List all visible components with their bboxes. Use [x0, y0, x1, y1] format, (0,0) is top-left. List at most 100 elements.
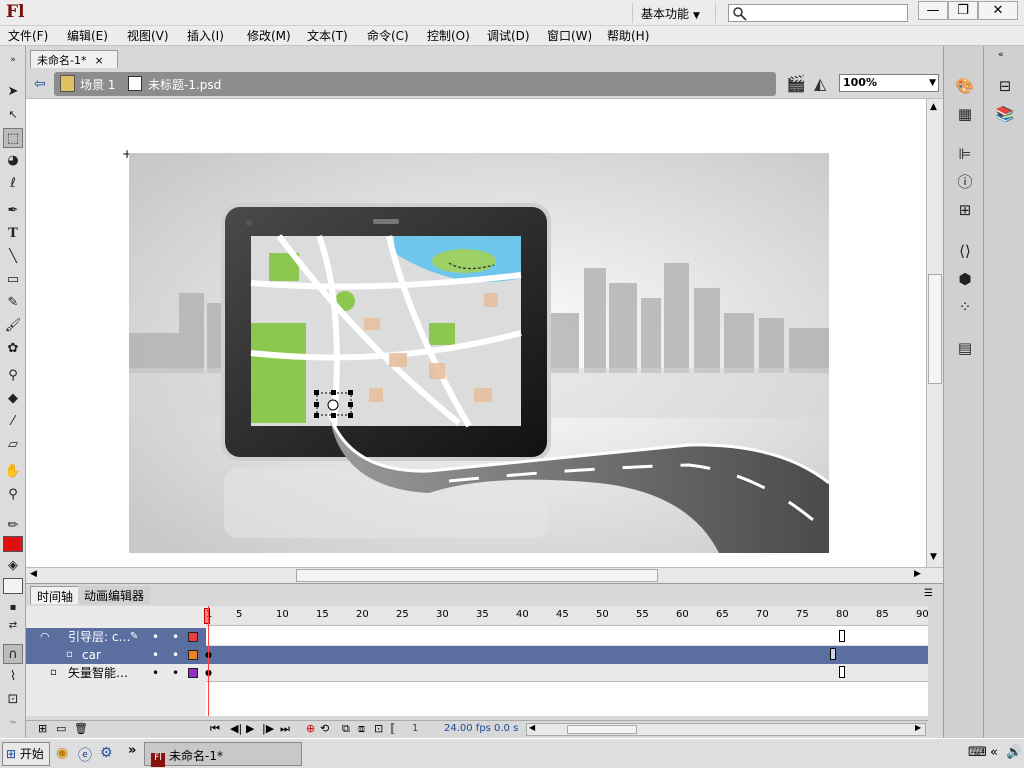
- frame-rate[interactable]: 24.00 fps: [444, 723, 491, 734]
- stage-area[interactable]: +: [26, 99, 926, 567]
- breadcrumb-symbol[interactable]: 未标题-1.psd: [148, 76, 221, 93]
- rectangle-tool-icon[interactable]: ▭: [3, 270, 23, 290]
- tab-timeline[interactable]: 时间轴: [30, 586, 81, 604]
- last-frame-icon[interactable]: ⏭: [280, 722, 290, 736]
- scroll-thumb[interactable]: [567, 725, 637, 734]
- color-panel-icon[interactable]: 🎨: [954, 76, 976, 96]
- panel-expand-icon[interactable]: «: [998, 50, 1004, 60]
- layer-row-vector[interactable]: ▫ 矢量智能… • •: [26, 664, 206, 682]
- previous-frame-icon[interactable]: ◀|: [230, 722, 242, 735]
- vertical-scrollbar[interactable]: ▲ ▼: [926, 99, 943, 567]
- menu-text[interactable]: 文本(T): [307, 27, 348, 44]
- scroll-right-icon[interactable]: ▶: [914, 569, 921, 579]
- loop-icon[interactable]: ⟲: [320, 722, 329, 735]
- info-panel-icon[interactable]: ⓘ: [954, 172, 976, 192]
- menu-window[interactable]: 窗口(W): [547, 27, 592, 44]
- straighten-icon[interactable]: ⊡: [3, 690, 23, 710]
- new-layer-icon[interactable]: ⊞: [38, 722, 47, 735]
- free-transform-tool-icon[interactable]: ⬚: [3, 128, 23, 148]
- app-quicklaunch-icon[interactable]: ⚙: [100, 745, 113, 761]
- scroll-down-icon[interactable]: ▼: [930, 552, 937, 562]
- hand-tool-icon[interactable]: ✋: [3, 462, 23, 482]
- swap-colors-icon[interactable]: ⇄: [3, 616, 23, 636]
- frame-row-car[interactable]: ●: [205, 646, 928, 664]
- stroke-color-icon[interactable]: ✏: [3, 516, 23, 536]
- pen-tool-icon[interactable]: ✒: [3, 201, 23, 221]
- menu-insert[interactable]: 插入(I): [187, 27, 224, 44]
- menu-view[interactable]: 视图(V): [127, 27, 169, 44]
- eraser-tool-icon[interactable]: ▱: [3, 435, 23, 455]
- edit-multiple-frames-icon[interactable]: ⊡: [374, 722, 383, 735]
- scroll-left-icon[interactable]: ◀: [30, 569, 37, 579]
- next-frame-icon[interactable]: |▶: [262, 722, 274, 735]
- align-panel-icon[interactable]: ⊫: [954, 144, 976, 164]
- keyboard-tray-icon[interactable]: ⌨: [968, 745, 987, 760]
- timeline-horizontal-scrollbar[interactable]: ◀ ▶: [526, 723, 926, 736]
- tray-expand-icon[interactable]: «: [990, 745, 998, 760]
- menu-control[interactable]: 控制(O): [427, 27, 470, 44]
- onion-outline-icon[interactable]: ⧈: [358, 722, 365, 736]
- frame-row-vector[interactable]: ●: [205, 664, 928, 682]
- smooth-icon[interactable]: ⌇: [3, 667, 23, 687]
- lasso-tool-icon[interactable]: ℓ: [3, 174, 23, 194]
- menu-modify[interactable]: 修改(M): [247, 27, 291, 44]
- deco-tool-icon[interactable]: ✿: [3, 339, 23, 359]
- snap-to-objects-icon[interactable]: ∩: [3, 644, 23, 664]
- edit-symbols-icon[interactable]: ◭: [814, 74, 826, 93]
- project-panel-icon[interactable]: ▤: [954, 338, 976, 358]
- menu-file[interactable]: 文件(F): [8, 27, 48, 44]
- tab-motion-editor[interactable]: 动画编辑器: [78, 586, 151, 604]
- scroll-left-icon[interactable]: ◀: [529, 723, 535, 732]
- modify-markers-icon[interactable]: ⟦: [390, 722, 395, 735]
- current-frame[interactable]: 1: [412, 723, 418, 734]
- start-button[interactable]: ⊞ 开始: [2, 742, 50, 766]
- bone-tool-icon[interactable]: ⚲: [3, 366, 23, 386]
- document-tab[interactable]: 未命名-1* ×: [30, 50, 118, 68]
- subselection-tool-icon[interactable]: ↖: [3, 105, 23, 125]
- onion-skin-icon[interactable]: ⧉: [342, 722, 350, 736]
- panel-collapse-icon[interactable]: »: [3, 50, 23, 70]
- 3d-rotation-tool-icon[interactable]: ◕: [3, 151, 23, 171]
- line-tool-icon[interactable]: ╲: [3, 247, 23, 267]
- library-panel-icon[interactable]: 📚: [994, 104, 1016, 124]
- speaker-tray-icon[interactable]: 🔊: [1006, 745, 1022, 760]
- panel-menu-icon[interactable]: ☰: [924, 588, 933, 599]
- delete-layer-icon[interactable]: 🗑: [74, 722, 88, 735]
- frame-row-guide[interactable]: [206, 628, 928, 646]
- workspace-switcher[interactable]: 基本功能 ▼: [632, 3, 716, 23]
- browser-quicklaunch-icon[interactable]: ◉: [56, 745, 68, 761]
- menu-help[interactable]: 帮助(H): [607, 27, 649, 44]
- selection-tool-icon[interactable]: ➤: [3, 82, 23, 102]
- motion-presets-icon[interactable]: ⁘: [954, 297, 976, 317]
- scroll-right-icon[interactable]: ▶: [915, 723, 921, 732]
- fill-color-swatch[interactable]: [3, 578, 23, 594]
- zoom-tool-icon[interactable]: ⚲: [3, 485, 23, 505]
- horizontal-scroll-thumb[interactable]: [296, 569, 658, 582]
- transform-panel-icon[interactable]: ⊞: [954, 200, 976, 220]
- properties-panel-icon[interactable]: ⊟: [994, 76, 1016, 96]
- center-frame-icon[interactable]: ⊕: [306, 722, 315, 735]
- vertical-scroll-thumb[interactable]: [928, 274, 942, 384]
- paint-bucket-tool-icon[interactable]: ◆: [3, 389, 23, 409]
- close-button[interactable]: ✕: [978, 1, 1018, 20]
- first-frame-icon[interactable]: ⏮: [210, 722, 220, 736]
- horizontal-scrollbar[interactable]: ◀ ▶: [26, 567, 943, 583]
- text-tool-icon[interactable]: T: [3, 224, 23, 244]
- edit-scene-icon[interactable]: 🎬: [786, 74, 806, 93]
- new-folder-icon[interactable]: ▭: [56, 722, 66, 735]
- actions-panel-icon[interactable]: ⟨⟩: [954, 241, 976, 261]
- back-arrow-icon[interactable]: ⇦: [34, 76, 46, 92]
- play-icon[interactable]: ▶: [246, 722, 254, 735]
- scroll-up-icon[interactable]: ▲: [930, 102, 937, 112]
- swatches-panel-icon[interactable]: ▦: [954, 104, 976, 124]
- pencil-tool-icon[interactable]: ✎: [3, 293, 23, 313]
- layer-row-car[interactable]: ▫ car • •: [26, 646, 206, 664]
- black-white-icon[interactable]: ▪: [3, 598, 23, 618]
- layer-row-guide[interactable]: ◠ 引导层: c… ✎ • •: [26, 628, 206, 646]
- menu-debug[interactable]: 调试(D): [487, 27, 530, 44]
- eyedropper-tool-icon[interactable]: ⁄: [3, 412, 23, 432]
- zoom-select[interactable]: 100% ▼: [839, 74, 939, 92]
- quicklaunch-more-icon[interactable]: »: [128, 743, 136, 758]
- fill-color-icon[interactable]: ◈: [3, 556, 23, 576]
- help-search-input[interactable]: [728, 4, 908, 22]
